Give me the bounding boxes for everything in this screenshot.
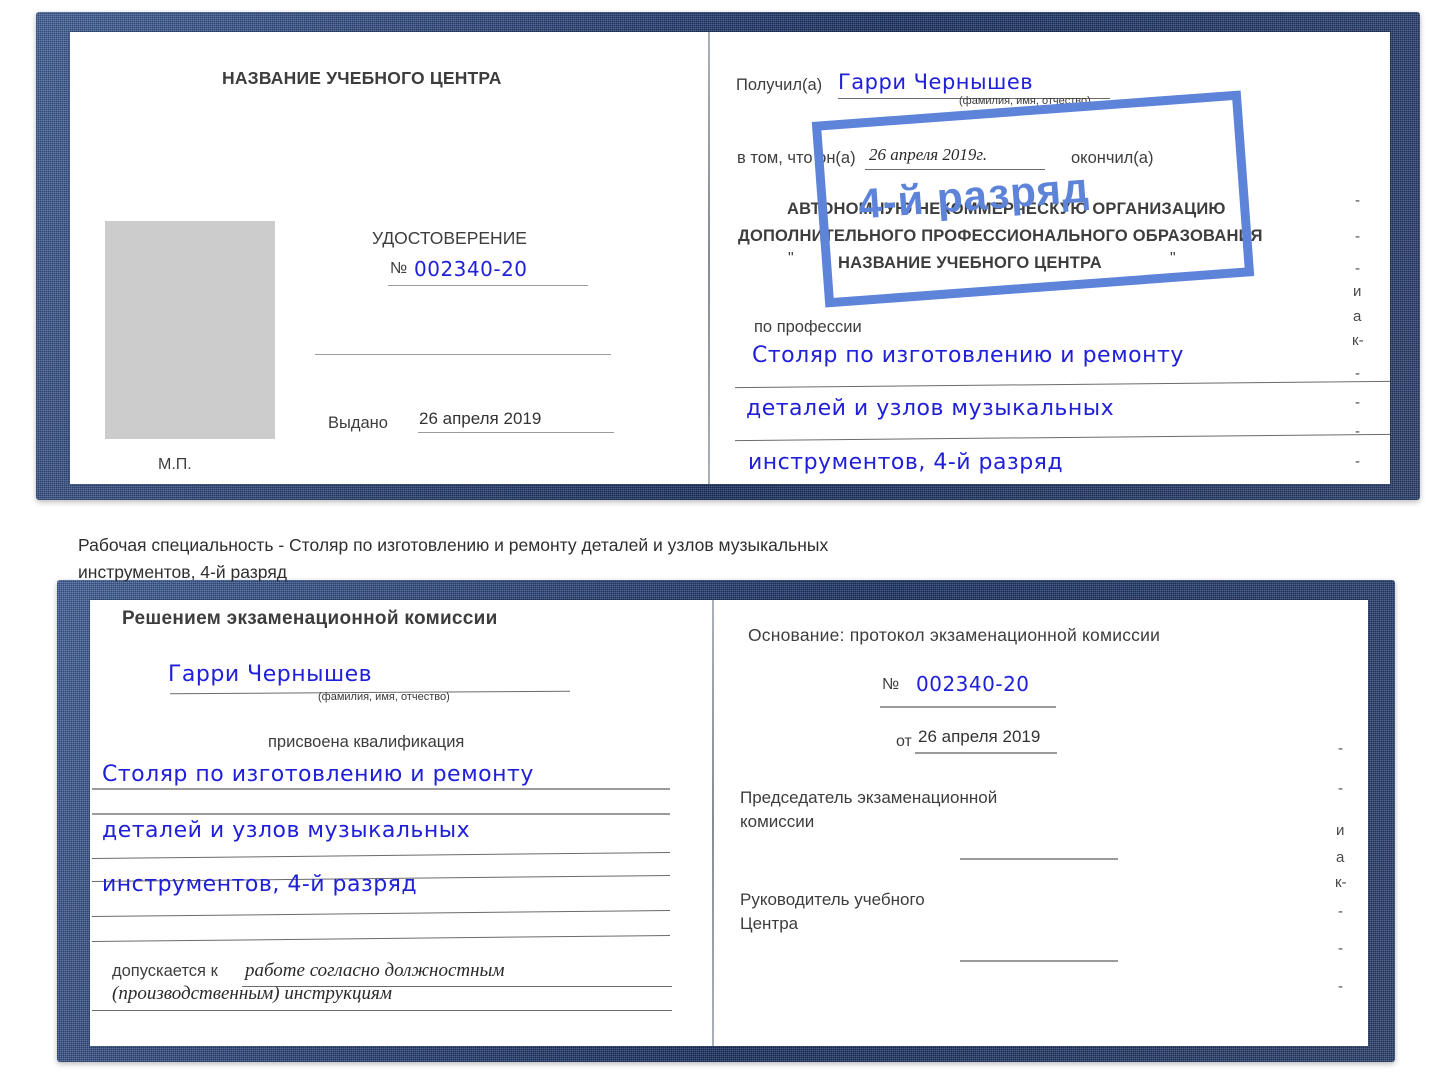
edge-fragment-b1: - (1338, 740, 1343, 757)
quote-close-top: " (1170, 250, 1176, 267)
admitted-value-line-1: работе согласно должностным (245, 960, 505, 981)
that-he-label: в том, что он(а) (737, 149, 856, 167)
finished-label: окончил(а) (1071, 149, 1154, 167)
recipient-name-top: Гарри Чернышев (838, 70, 1034, 94)
qual-rule-1 (92, 788, 670, 790)
fio-hint-bottom: (фамилия, имя, отчество) (318, 691, 450, 703)
blank-rule-top-left (315, 354, 611, 355)
date-from-label: от (896, 733, 912, 750)
edge-fragment-7: - (1355, 365, 1360, 382)
document-type-label: УДОСТОВЕРЕНИЕ (372, 228, 527, 248)
issued-label: Выдано (328, 414, 388, 432)
edge-fragment-8: - (1355, 394, 1360, 411)
book-spine-top (708, 32, 710, 484)
qualification-assigned-label: присвоена квалификация (268, 733, 465, 751)
admitted-value-line-2: (производственным) инструкциям (112, 983, 392, 1004)
quote-open-top: " (788, 250, 794, 267)
edge-fragment-b6: - (1338, 903, 1343, 920)
issued-underline (418, 432, 614, 433)
chairman-label-line-2: комиссии (740, 812, 815, 831)
profession-value-line-2: деталей и узлов музыкальных (746, 396, 1115, 421)
head-of-center-label-line-1: Руководитель учебного (740, 890, 925, 909)
head-signature-rule (960, 960, 1118, 962)
issued-date-value: 26 апреля 2019 (419, 409, 542, 428)
organization-line-2: ДОПОЛНИТЕЛЬНОГО ПРОФЕССИОНАЛЬНОГО ОБРАЗО… (738, 227, 1263, 245)
seal-place-label: М.П. (158, 456, 192, 473)
caption-line-1: Рабочая специальность - Столяр по изгото… (78, 535, 829, 555)
edge-fragment-b3: и (1336, 822, 1345, 839)
certificate-top-pages: НАЗВАНИЕ УЧЕБНОГО ЦЕНТРА УДОСТОВЕРЕНИЕ №… (70, 32, 1390, 484)
recipient-name-bottom: Гарри Чернышев (168, 662, 373, 687)
organization-line-3: НАЗВАНИЕ УЧЕБНОГО ЦЕНТРА (838, 254, 1102, 272)
edge-fragment-b7: - (1338, 940, 1343, 957)
qualification-line-1: Столяр по изготовлению и ремонту (102, 762, 534, 787)
profession-value-line-1: Столяр по изготовлению и ремонту (752, 343, 1184, 368)
chairman-signature-rule (960, 858, 1118, 860)
edge-fragment-5: а (1353, 308, 1362, 325)
edge-fragment-b4: а (1336, 849, 1345, 866)
edge-fragment-b2: - (1338, 780, 1343, 797)
certificate-bottom-pages: Решением экзаменационной комиссии Гарри … (90, 600, 1368, 1046)
completion-date-underline (865, 169, 1045, 170)
qual-rule-5 (92, 909, 670, 918)
profession-label: по профессии (754, 318, 862, 336)
certificate-scan-page: НАЗВАНИЕ УЧЕБНОГО ЦЕНТРА УДОСТОВЕРЕНИЕ №… (0, 0, 1448, 1085)
number-symbol-top-left: № (390, 260, 408, 277)
number-symbol-bottom: № (882, 676, 900, 693)
protocol-number-underline (880, 706, 1056, 708)
profession-value-line-3: инструментов, 4-й разряд (748, 450, 1064, 475)
edge-fragment-10: - (1355, 453, 1360, 470)
edge-fragment-4: и (1353, 283, 1362, 300)
qualification-line-3: инструментов, 4-й разряд (102, 872, 418, 897)
completion-date-value: 26 апреля 2019г. (869, 145, 988, 164)
photo-placeholder (105, 221, 275, 439)
edge-fragment-b8: - (1338, 978, 1343, 995)
edge-fragment-2: - (1355, 228, 1360, 245)
edge-fragment-1: - (1355, 192, 1360, 209)
received-label: Получил(а) (736, 76, 823, 94)
qualification-line-2: деталей и узлов музыкальных (102, 818, 471, 843)
admitted-rule-2 (92, 1010, 672, 1011)
organization-line-1: АВТОНОМНУЮ НЕКОММЕРЧЕСКУЮ ОРГАНИЗАЦИЮ (787, 200, 1226, 218)
caption-line-2: инструментов, 4-й разряд (78, 562, 288, 583)
training-center-heading: НАЗВАНИЕ УЧЕБНОГО ЦЕНТРА (222, 68, 502, 88)
page-caption: Рабочая специальность - Столяр по изгото… (78, 532, 1078, 586)
head-of-center-label-line-2: Центра (740, 914, 799, 933)
chairman-label-line-1: Председатель экзаменационной (740, 788, 998, 807)
admitted-to-label: допускается к (112, 962, 218, 980)
qual-rule-2 (92, 813, 670, 815)
edge-fragment-9: - (1355, 423, 1360, 440)
edge-fragment-b5: к- (1335, 874, 1347, 891)
profession-rule-2 (735, 433, 1390, 442)
profession-rule-1 (735, 380, 1390, 389)
edge-fragment-6: к- (1352, 332, 1364, 349)
qual-rule-6 (92, 934, 670, 943)
fio-hint-top: (фамилия, имя, отчество) (959, 95, 1091, 107)
edge-fragment-3: - (1355, 260, 1360, 277)
number-underline-top (388, 285, 588, 286)
commission-decision-heading: Решением экзаменационной комиссии (122, 608, 498, 629)
book-spine-bottom (712, 600, 714, 1046)
protocol-date-underline (915, 752, 1057, 754)
protocol-number-value: 002340-20 (916, 672, 1030, 696)
protocol-date-value: 26 апреля 2019 (918, 727, 1041, 746)
certificate-number-value-top: 002340-20 (414, 257, 528, 281)
qual-rule-3 (92, 851, 670, 860)
basis-protocol-label: Основание: протокол экзаменационной коми… (748, 625, 1161, 645)
